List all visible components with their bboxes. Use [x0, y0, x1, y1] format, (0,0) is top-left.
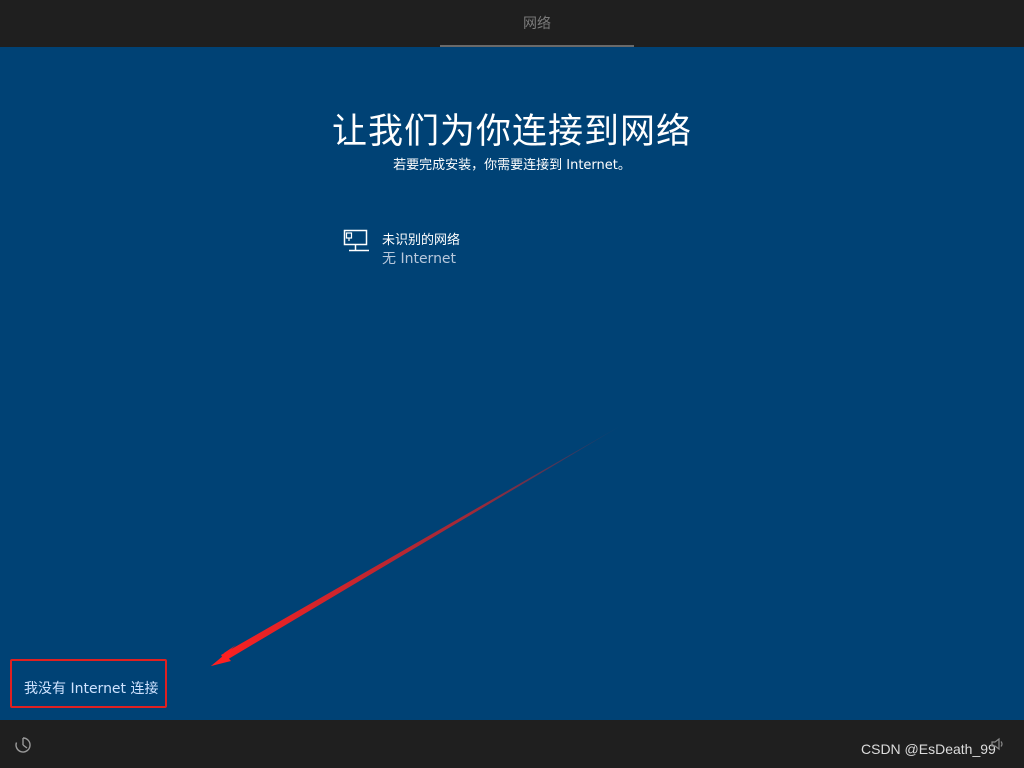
annotation-arrow-shaft	[221, 425, 622, 661]
main-panel: 让我们为你连接到网络 若要完成安装，你需要连接到 Internet。 未识别的网…	[0, 47, 1024, 720]
page-title: 让我们为你连接到网络	[331, 112, 692, 152]
top-bar: 网络	[0, 0, 1024, 47]
network-status: 无 Internet	[382, 251, 457, 267]
no-internet-highlight-box: 我没有 Internet 连接	[10, 659, 167, 708]
tab-network: 网络	[523, 16, 551, 32]
ease-of-access-icon[interactable]	[14, 736, 32, 754]
network-item[interactable]: 未识别的网络 无 Internet	[343, 227, 703, 271]
annotation-arrow-tip	[211, 650, 232, 666]
bottom-bar: CSDN @EsDeath_99	[0, 720, 1024, 768]
no-internet-link[interactable]: 我没有 Internet 连接	[24, 678, 159, 698]
oobe-screen: 网络 让我们为你连接到网络 若要完成安装，你需要连接到 Internet。 未识…	[0, 0, 1024, 768]
annotation-arrow-head	[211, 645, 236, 666]
network-name: 未识别的网络	[382, 233, 461, 248]
csdn-watermark: CSDN @EsDeath_99	[861, 741, 996, 757]
ethernet-icon	[343, 229, 369, 252]
volume-icon[interactable]	[990, 736, 1006, 752]
page-subtitle: 若要完成安装，你需要连接到 Internet。	[393, 158, 631, 173]
